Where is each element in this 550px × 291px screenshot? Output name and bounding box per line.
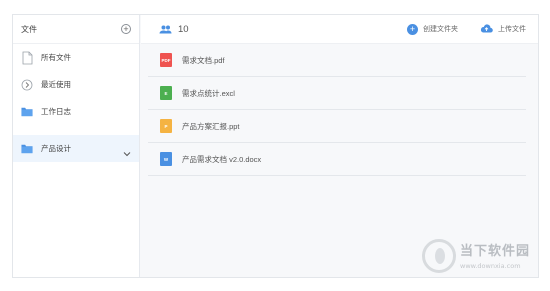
recent-icon [21, 78, 33, 92]
plus-circle-icon: + [407, 23, 418, 35]
sidebar-item-label: 所有文件 [41, 53, 71, 62]
file-name: 需求文档.pdf [182, 55, 225, 65]
sidebar-item-recent[interactable]: 最近使用 [13, 71, 139, 98]
watermark-title: 当下软件园 [460, 244, 531, 259]
sidebar-item-all-files[interactable]: 所有文件 [13, 44, 139, 71]
member-count-value: 10 [178, 23, 189, 35]
file-row-docx[interactable]: W 产品需求文档 v2.0.docx [148, 143, 526, 176]
file-row-excel[interactable]: E 需求点统计.excl [148, 77, 526, 110]
excel-file-icon: E [160, 86, 172, 100]
file-name: 产品方案汇报.ppt [182, 121, 240, 131]
pdf-file-icon: PDF [160, 53, 172, 67]
sidebar-item-label: 工作日志 [41, 107, 71, 116]
sidebar-item-work-log[interactable]: 工作日志 [13, 98, 139, 125]
sidebar-title: 文件 [21, 24, 37, 34]
watermark-url: www.downxia.com [460, 262, 521, 270]
sidebar-item-label: 产品设计 [41, 144, 71, 153]
file-name: 产品需求文档 v2.0.docx [182, 154, 262, 164]
toolbar-actions: + 创建文件夹 上传文件 [385, 23, 526, 35]
file-list: PDF 需求文档.pdf E 需求点统计.excl P 产品方案汇报.ppt W… [148, 44, 526, 176]
watermark-logo-icon [422, 239, 456, 273]
toolbar: 10 + 创建文件夹 上传文件 [141, 15, 538, 44]
file-row-pdf[interactable]: PDF 需求文档.pdf [148, 44, 526, 77]
cloud-upload-icon [480, 23, 493, 35]
sidebar-header: 文件 + [13, 15, 139, 44]
members-icon [159, 25, 172, 33]
watermark: 当下软件园 www.downxia.com [418, 237, 538, 277]
folder-icon [21, 142, 33, 156]
upload-file-button[interactable]: 上传文件 [480, 23, 526, 35]
add-icon[interactable]: + [121, 24, 131, 34]
sidebar: 文件 + 所有文件 最近使用 工作日志 产品设计 [13, 15, 140, 277]
create-folder-label: 创建文件夹 [423, 26, 458, 33]
word-file-icon: W [160, 152, 172, 166]
chevron-down-icon[interactable] [123, 144, 131, 162]
member-count: 10 [159, 24, 189, 35]
file-icon [21, 51, 33, 65]
create-folder-button[interactable]: + 创建文件夹 [407, 23, 458, 35]
file-name: 需求点统计.excl [182, 88, 235, 98]
file-row-ppt[interactable]: P 产品方案汇报.ppt [148, 110, 526, 143]
sidebar-item-label: 最近使用 [41, 80, 71, 89]
sidebar-item-product-design[interactable]: 产品设计 [13, 135, 139, 162]
upload-file-label: 上传文件 [498, 26, 526, 33]
folder-icon [21, 105, 33, 119]
ppt-file-icon: P [160, 119, 172, 133]
